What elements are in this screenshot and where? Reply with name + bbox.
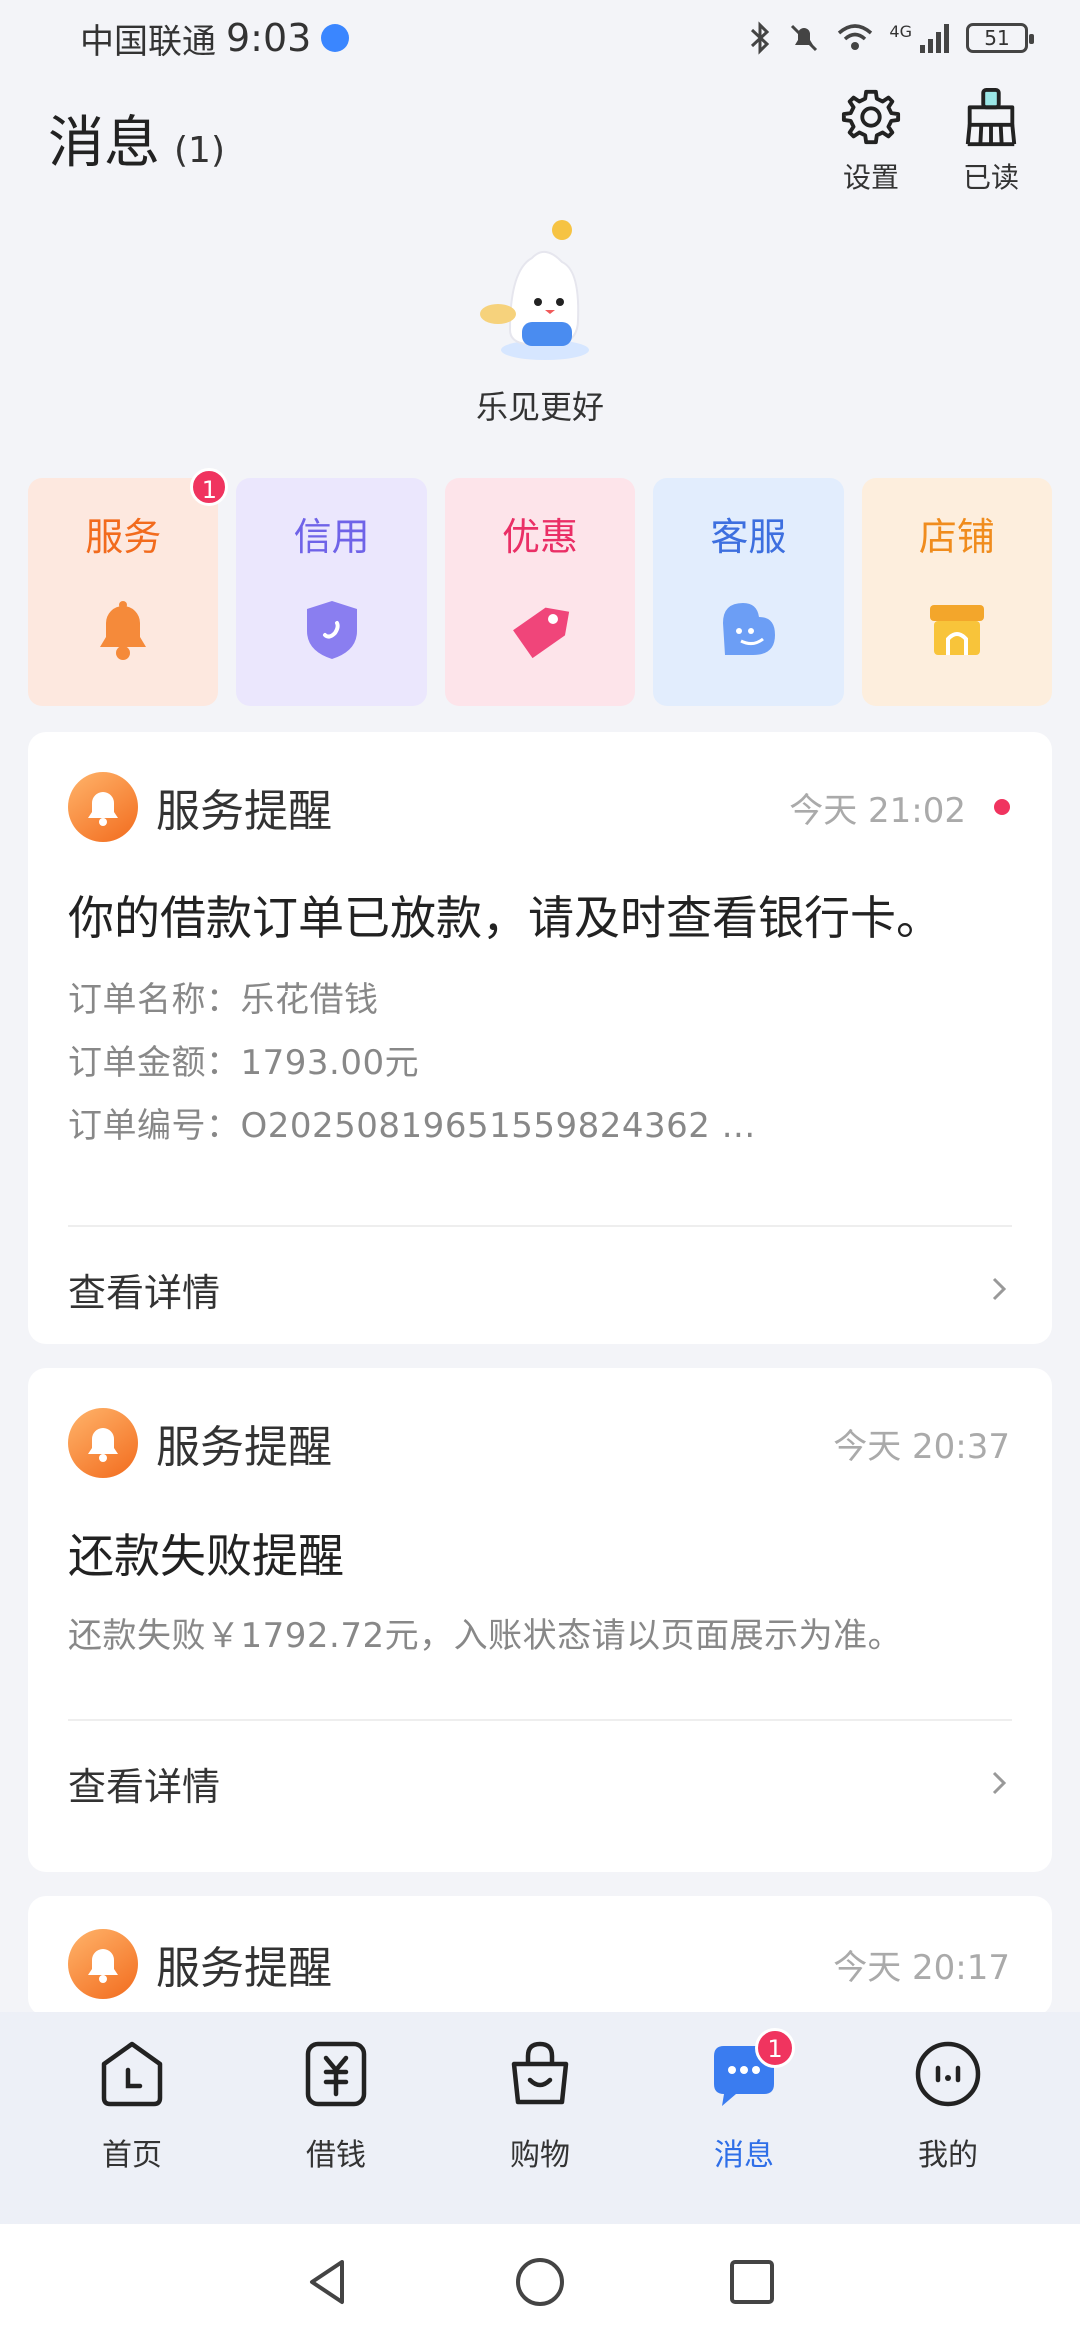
bell-icon (100, 601, 147, 660)
home-circle-icon[interactable] (514, 2256, 566, 2308)
bluetooth-icon (751, 21, 770, 55)
bag-icon (511, 2041, 569, 2105)
back-icon[interactable] (302, 2256, 354, 2308)
header: 消息 (1) 设置 已读 (0, 86, 1080, 196)
message-type: 服务提醒 (156, 786, 332, 837)
tile-label: 服务 (85, 515, 162, 559)
carrier-name: 中国联通 (80, 21, 216, 62)
status-time: 9:03 (226, 16, 312, 60)
recents-icon[interactable] (726, 2256, 778, 2308)
message-time: 今天 20:17 (833, 1947, 1010, 1988)
broom-icon (965, 87, 1017, 147)
mark-all-read-button[interactable]: 已读 (946, 86, 1036, 196)
unread-count: (1) (174, 130, 225, 171)
shield-icon (306, 601, 357, 659)
message-card[interactable]: 服务提醒 今天 21:02 你的借款订单已放款，请及时查看银行卡。 订单名称：乐… (28, 732, 1052, 1344)
message-line: 订单编号：O20250819651559824362 ... (68, 1106, 756, 1146)
message-line: 还款失败￥1792.72元，入账状态请以页面展示为准。 (68, 1616, 903, 1656)
message-line: 订单名称：乐花借钱 (68, 980, 379, 1020)
nav-label: 借钱 (306, 2138, 366, 2173)
message-header: 服务提醒 今天 21:02 (28, 732, 1052, 842)
profile-icon (915, 2041, 981, 2107)
nav-badge: 1 (755, 2028, 795, 2068)
message-time: 今天 20:37 (833, 1426, 1010, 1467)
view-details-link[interactable]: 查看详情 (28, 1227, 1052, 1344)
tile-credit[interactable]: 信用 (236, 478, 427, 706)
wifi-icon (838, 24, 873, 50)
message-title: 你的借款订单已放款，请及时查看银行卡。 (68, 891, 942, 945)
mute-bell-icon (791, 24, 818, 52)
view-details-label: 查看详情 (68, 1270, 221, 1315)
tile-store[interactable]: 店铺 (861, 478, 1053, 706)
message-type: 服务提醒 (156, 1422, 332, 1473)
message-card[interactable]: 服务提醒 今天 20:17 (28, 1896, 1052, 2016)
yuan-icon (305, 2041, 367, 2107)
nav-label: 购物 (510, 2138, 570, 2173)
bottom-navigation: 首页 借钱 购物 1 消息 我的 (0, 2012, 1080, 2224)
settings-button[interactable]: 设置 (826, 86, 916, 196)
message-header: 服务提醒 今天 20:37 (28, 1368, 1052, 1478)
tile-customer-service[interactable]: 客服 (653, 478, 844, 706)
tile-label: 店铺 (918, 515, 995, 559)
status-right: 4G 51 (747, 21, 1034, 55)
app-notification-icon (321, 24, 350, 52)
chevron-right-icon (992, 1277, 1007, 1301)
nav-label: 首页 (102, 2138, 162, 2173)
home-icon (101, 2041, 163, 2107)
message-time: 今天 21:02 (789, 790, 966, 831)
nav-profile[interactable]: 我的 (873, 2036, 1023, 2224)
view-details-link[interactable]: 查看详情 (28, 1721, 1052, 1845)
message-header: 服务提醒 今天 20:17 (28, 1896, 1052, 2006)
nav-home[interactable]: 首页 (57, 2036, 207, 2224)
tile-label: 信用 (293, 515, 370, 559)
status-bar: 中国联通 9:03 4G 51 (0, 0, 1080, 76)
store-icon (929, 605, 984, 655)
mascot-image (480, 220, 589, 360)
tile-service[interactable]: 服务 1 (28, 468, 229, 706)
nav-label: 消息 (714, 2138, 774, 2173)
chevron-right-icon (992, 1771, 1007, 1795)
nav-messages[interactable]: 1 消息 (669, 2028, 819, 2224)
smile-bubble-icon (723, 603, 776, 655)
tile-offers[interactable]: 优惠 (444, 478, 636, 706)
page-title-text: 消息 (48, 111, 160, 176)
nav-label: 我的 (918, 2138, 978, 2173)
page-title: 消息 (1) (48, 98, 225, 179)
settings-label: 设置 (842, 161, 899, 194)
message-title: 还款失败提醒 (68, 1529, 344, 1583)
message-body: 你的借款订单已放款，请及时查看银行卡。 订单名称：乐花借钱 订单金额：1793.… (28, 882, 1052, 1147)
message-card[interactable]: 服务提醒 今天 20:37 还款失败提醒 还款失败￥1792.72元，入账状态请… (28, 1368, 1052, 1872)
mark-read-label: 已读 (962, 161, 1019, 194)
slogan-text: 乐见更好 (475, 388, 604, 426)
unread-dot (994, 799, 1010, 815)
signal-icon (920, 24, 949, 53)
tile-badge: 1 (190, 468, 229, 506)
battery-indicator: 51 (966, 23, 1034, 53)
status-left: 中国联通 9:03 (80, 14, 350, 63)
nav-shopping[interactable]: 购物 (465, 2036, 615, 2224)
gear-icon (841, 89, 901, 145)
system-navigation-bar (0, 2224, 1080, 2340)
message-body: 还款失败提醒 还款失败￥1792.72元，入账状态请以页面展示为准。 (28, 1520, 1052, 1657)
service-bell-icon (68, 1408, 138, 1478)
view-details-label: 查看详情 (68, 1764, 221, 1809)
nav-borrow[interactable]: 借钱 (261, 2036, 411, 2224)
category-tiles: 服务 1 信用 优惠 客服 店铺 (28, 468, 1053, 706)
tile-label: 客服 (710, 515, 787, 559)
service-bell-icon (68, 1929, 138, 1999)
tag-icon (513, 607, 570, 659)
message-type: 服务提醒 (156, 1943, 332, 1994)
message-line: 订单金额：1793.00元 (68, 1043, 420, 1083)
service-bell-icon (68, 772, 138, 842)
mascot-banner: 乐见更好 (0, 210, 1080, 428)
tile-label: 优惠 (502, 515, 579, 559)
network-type: 4G (889, 21, 912, 41)
